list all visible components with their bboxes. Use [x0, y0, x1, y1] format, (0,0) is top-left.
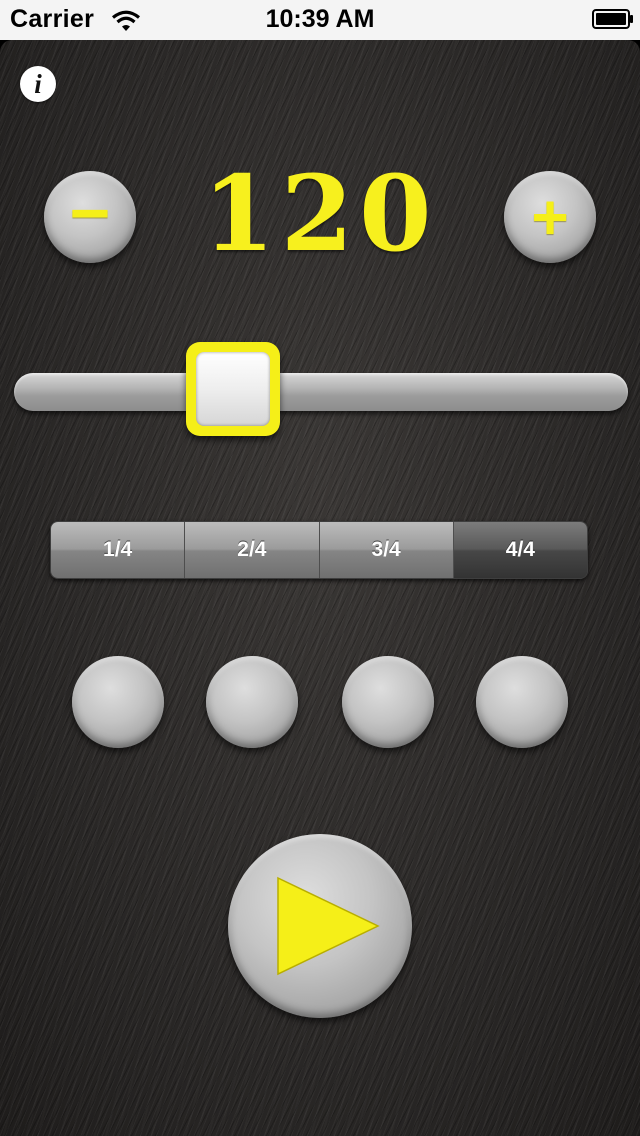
slider-thumb[interactable]	[186, 342, 280, 436]
increase-tempo-button[interactable]: +	[504, 171, 596, 263]
segment-3-4[interactable]: 3/4	[319, 522, 454, 578]
time-signature-segmented-control: 1/4 2/4 3/4 4/4	[50, 521, 588, 579]
beat-light-4	[476, 656, 568, 748]
plus-icon: +	[531, 181, 569, 253]
battery-full-icon	[592, 9, 633, 29]
status-bar: Carrier 10:39 AM	[0, 0, 640, 40]
decrease-tempo-button[interactable]: −	[44, 171, 136, 263]
tempo-slider[interactable]	[14, 340, 628, 440]
info-button[interactable]: i	[20, 66, 56, 102]
status-time: 10:39 AM	[265, 5, 375, 33]
segment-1-4[interactable]: 1/4	[51, 522, 186, 578]
minus-icon: −	[69, 174, 111, 252]
play-icon	[277, 876, 380, 976]
info-icon: i	[34, 68, 42, 99]
play-button[interactable]	[228, 834, 412, 1018]
segment-2-4[interactable]: 2/4	[185, 522, 320, 578]
metronome-screen: Carrier 10:39 AM i − 120 + 1/4 2/4 3/4 4…	[0, 0, 640, 1136]
slider-track[interactable]	[14, 373, 628, 411]
beat-light-3	[342, 656, 434, 748]
slider-thumb-face	[196, 352, 270, 426]
beat-light-2	[206, 656, 298, 748]
beat-light-1	[72, 656, 164, 748]
segment-4-4[interactable]: 4/4	[453, 522, 587, 578]
tempo-display: 120	[202, 152, 438, 275]
